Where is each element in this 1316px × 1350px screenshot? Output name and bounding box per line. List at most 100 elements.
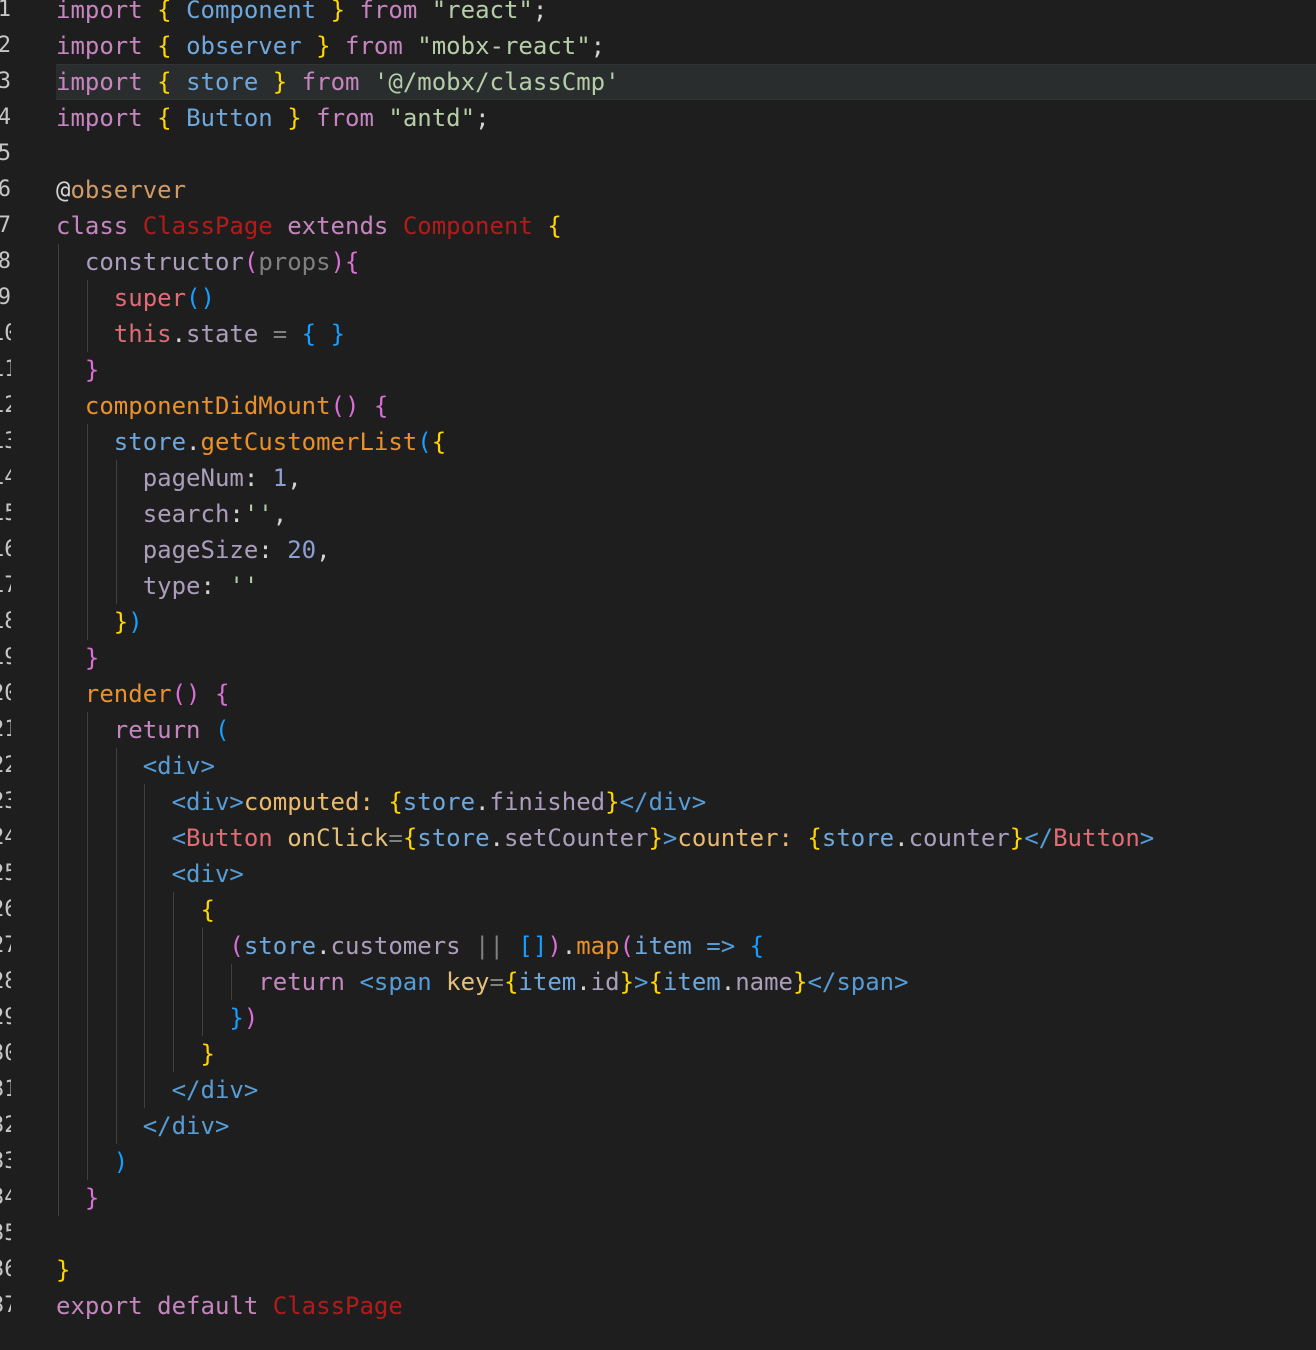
- code-token: }: [84, 1184, 100, 1212]
- code-line[interactable]: </div>: [56, 1108, 230, 1144]
- code-token: '@/mobx/classCmp': [373, 68, 620, 96]
- code-line[interactable]: @observer: [56, 172, 186, 208]
- code-token: ): [330, 248, 346, 276]
- code-token: observer: [186, 32, 302, 60]
- code-token: props: [258, 248, 331, 276]
- code-token: .: [186, 428, 201, 456]
- code-token: ,: [316, 536, 331, 564]
- code-line[interactable]: this.state = { }: [56, 316, 345, 352]
- code-token: .: [316, 932, 331, 960]
- code-line[interactable]: }: [56, 352, 99, 388]
- code-line[interactable]: pageNum: 1,: [56, 460, 302, 496]
- code-line[interactable]: return (: [56, 712, 230, 748]
- code-line[interactable]: render() {: [56, 676, 230, 712]
- code-token: map: [576, 932, 620, 960]
- code-line[interactable]: {: [56, 892, 215, 928]
- code-token: counter:: [677, 824, 808, 852]
- code-token: from: [359, 0, 418, 24]
- code-line[interactable]: class ClassPage extends Component {: [56, 208, 562, 244]
- code-token: }: [229, 1004, 244, 1032]
- code-token: {: [431, 428, 447, 456]
- code-line[interactable]: }: [56, 640, 99, 676]
- code-token: (: [619, 932, 635, 960]
- code-token: {: [157, 104, 172, 132]
- code-token: </span>: [807, 968, 909, 996]
- code-line[interactable]: }: [56, 1036, 215, 1072]
- code-token: from: [316, 104, 374, 132]
- code-token: {: [807, 824, 822, 852]
- code-line[interactable]: return <span key={item.id}>{item.name}</…: [56, 964, 909, 1000]
- code-line[interactable]: }: [56, 1180, 99, 1216]
- code-line[interactable]: componentDidMount() {: [56, 388, 388, 424]
- code-token: @: [56, 176, 71, 204]
- code-line[interactable]: <Button onClick={store.setCounter}>count…: [56, 820, 1155, 856]
- code-line[interactable]: super(): [56, 280, 215, 316]
- code-token: .: [489, 824, 504, 852]
- code-line[interactable]: import { store } from '@/mobx/classCmp': [56, 64, 620, 100]
- code-line[interactable]: store.getCustomerList({: [56, 424, 446, 460]
- code-token: {: [200, 896, 215, 924]
- code-token: >: [1139, 824, 1155, 852]
- code-token: }: [330, 320, 346, 348]
- code-line[interactable]: import { Button } from "antd";: [56, 100, 490, 136]
- code-token: item: [662, 968, 721, 996]
- code-token: {: [648, 968, 663, 996]
- code-token: ClassPage: [142, 212, 273, 240]
- code-token: store: [243, 932, 317, 960]
- code-line[interactable]: ): [56, 1144, 128, 1180]
- code-token: }: [56, 1256, 71, 1284]
- code-token: }: [1009, 824, 1025, 852]
- code-token: ,: [287, 464, 302, 492]
- code-token: key: [446, 968, 490, 996]
- code-token: return: [258, 968, 345, 996]
- code-token: ): [128, 608, 143, 636]
- code-token: ): [243, 1004, 259, 1032]
- code-lines[interactable]: import { Component } from "react"; import…: [0, 0, 1316, 1350]
- code-line[interactable]: <div>: [56, 748, 215, 784]
- code-line[interactable]: <div>: [56, 856, 244, 892]
- code-line[interactable]: }: [56, 1252, 70, 1288]
- code-token: {: [157, 68, 172, 96]
- code-token: Button: [186, 104, 273, 132]
- code-line[interactable]: import { Component } from "react";: [56, 0, 547, 28]
- code-token: super: [113, 284, 187, 312]
- code-line[interactable]: constructor(props){: [56, 244, 360, 280]
- code-token: Button: [186, 824, 273, 852]
- code-token: =>: [706, 932, 736, 960]
- code-token: Component: [186, 0, 317, 24]
- code-editor[interactable]: 1234567891011121314151617181920212223242…: [0, 0, 1316, 1350]
- code-line[interactable]: export default ClassPage: [56, 1288, 403, 1324]
- code-token: (: [214, 716, 230, 744]
- code-line[interactable]: (store.customers || []).map(item => {: [56, 928, 764, 964]
- code-line[interactable]: pageSize: 20,: [56, 532, 331, 568]
- code-line[interactable]: type: '': [56, 568, 259, 604]
- code-token: </div>: [619, 788, 707, 816]
- code-line[interactable]: search:'',: [56, 496, 288, 532]
- code-line[interactable]: }): [56, 1000, 258, 1036]
- code-line[interactable]: </div>: [56, 1072, 259, 1108]
- code-token: pageSize: [142, 536, 259, 564]
- code-line[interactable]: <div>computed: {store.finished}</div>: [56, 784, 707, 820]
- code-token: {: [157, 0, 172, 24]
- code-line[interactable]: }): [56, 604, 143, 640]
- code-line[interactable]: import { observer } from "mobx-react";: [56, 28, 605, 64]
